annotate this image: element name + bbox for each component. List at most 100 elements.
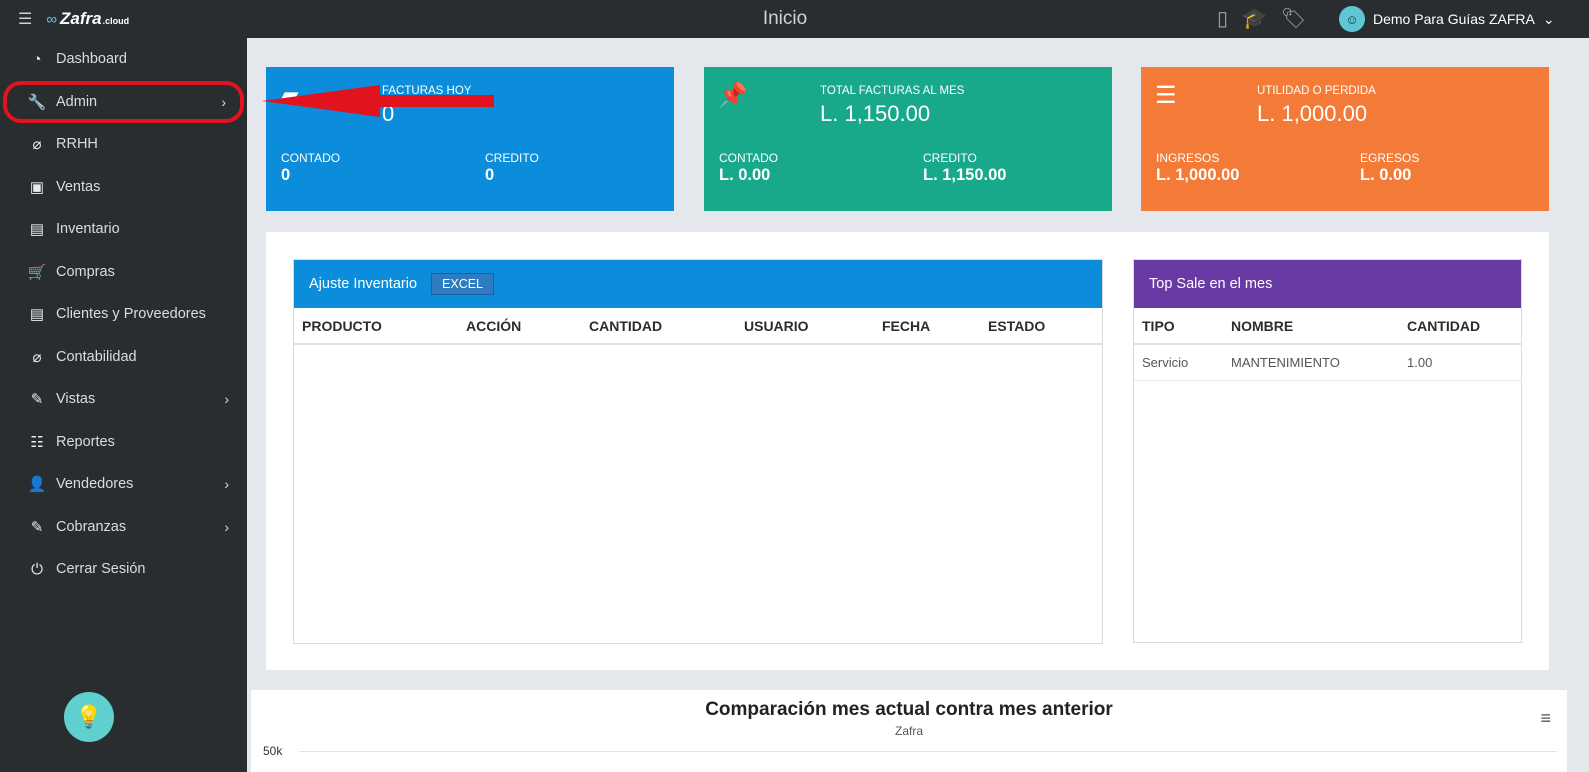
wrench-icon: 🔧 <box>27 93 47 111</box>
table-cell: MANTENIMIENTO <box>1223 344 1399 381</box>
sidebar-item-ventas[interactable]: ▣ Ventas <box>0 166 247 209</box>
sidebar-item-vistas[interactable]: ✎ Vistas › <box>0 378 247 421</box>
sidebar: ☰ ∞ Zafra .cloud ◔ Dashboard 🔧 Admin › ⌀… <box>0 0 247 772</box>
card-value: L. 1,000.00 <box>1257 101 1368 126</box>
card-left-label: CONTADO <box>719 151 779 165</box>
page-title: Inicio <box>762 8 808 29</box>
sidebar-item-compras[interactable]: 🛒 Compras <box>0 251 247 294</box>
sidebar-item-label: Dashboard <box>56 51 127 68</box>
graduation-cap-icon[interactable]: 🎓 <box>1242 6 1267 31</box>
sidebar-item-label: Vendedores <box>56 476 134 493</box>
sidebar-item-label: RRHH <box>56 136 98 153</box>
card-value: L. 1,150.00 <box>820 101 931 126</box>
card-right-label: CREDITO <box>923 151 977 165</box>
chevron-down-icon: ⌄ <box>1542 10 1555 27</box>
table-header-row: PRODUCTO ACCIÓN CANTIDAD USUARIO FECHA E… <box>294 308 1102 345</box>
sidebar-item-label: Admin <box>56 93 98 110</box>
tags-icon[interactable]: 🏷 <box>1281 6 1306 31</box>
card-left-label: INGRESOS <box>1156 151 1220 165</box>
y-axis-tick: 50k <box>263 744 283 758</box>
column-header[interactable]: ESTADO <box>980 308 1102 345</box>
user-icon: 👤 <box>27 476 47 494</box>
chevron-right-icon: › <box>224 391 229 408</box>
chart-menu-icon[interactable]: ≡ <box>1540 708 1551 729</box>
annotation-arrow <box>262 85 494 117</box>
sidebar-item-label: Vistas <box>56 391 96 408</box>
logo-name: Zafra <box>60 9 102 28</box>
card-right-label: EGRESOS <box>1360 151 1420 165</box>
sidebar-top: ☰ ∞ Zafra .cloud <box>0 0 247 38</box>
logo[interactable]: ∞ Zafra .cloud <box>46 9 129 29</box>
sidebar-item-label: Contabilidad <box>56 348 137 365</box>
card-total-facturas: 📌 TOTAL FACTURAS AL MES L. 1,150.00 CONT… <box>704 67 1112 211</box>
book-icon: ▤ <box>29 306 45 324</box>
edit-icon: ✎ <box>30 518 44 536</box>
panel-header: Top Sale en el mes <box>1134 260 1521 308</box>
top-sale-table: TIPO NOMBRE CANTIDAD Servicio MANTENIMIE… <box>1134 308 1521 381</box>
panel-title: Top Sale en el mes <box>1149 276 1273 292</box>
sidebar-item-cobranzas[interactable]: ✎ Cobranzas › <box>0 506 247 549</box>
sidebar-item-vendedores[interactable]: 👤 Vendedores › <box>0 463 247 506</box>
content-section: Ajuste Inventario EXCEL PRODUCTO ACCIÓN … <box>266 232 1549 670</box>
column-header[interactable]: CANTIDAD <box>581 308 736 345</box>
edit-icon: ✎ <box>30 391 44 409</box>
sidebar-item-label: Inventario <box>56 221 120 238</box>
chevron-right-icon: › <box>224 476 229 493</box>
table-cell: 1.00 <box>1399 344 1521 381</box>
logo-suffix: .cloud <box>102 16 130 26</box>
logo-mark-icon: ∞ <box>46 11 58 28</box>
sidebar-item-admin[interactable]: 🔧 Admin › <box>3 80 244 123</box>
card-right-label: CREDITO <box>485 151 539 165</box>
sidebar-item-label: Compras <box>56 263 115 280</box>
table-cell: Servicio <box>1134 344 1223 381</box>
card-left-value: 0 <box>281 166 291 184</box>
sidebar-item-clientes[interactable]: ▤ Clientes y Proveedores <box>0 293 247 336</box>
column-header[interactable]: NOMBRE <box>1223 308 1399 345</box>
ajuste-inventario-panel: Ajuste Inventario EXCEL PRODUCTO ACCIÓN … <box>293 259 1103 644</box>
table-header-row: TIPO NOMBRE CANTIDAD <box>1134 308 1521 345</box>
column-header[interactable]: PRODUCTO <box>294 308 458 345</box>
sidebar-item-label: Ventas <box>56 178 101 195</box>
paperclip-icon: ⌀ <box>32 348 42 366</box>
sidebar-item-contabilidad[interactable]: ⌀ Contabilidad <box>0 336 247 379</box>
list-icon: ☰ <box>1155 82 1177 109</box>
user-menu[interactable]: ☺ Demo Para Guías ZAFRA ⌄ <box>1339 6 1555 32</box>
gridline <box>299 751 1557 752</box>
card-right-value: L. 0.00 <box>1360 166 1412 184</box>
column-header[interactable]: USUARIO <box>736 308 874 345</box>
sidebar-item-label: Clientes y Proveedores <box>56 306 206 323</box>
sidebar-item-rrhh[interactable]: ⌀ RRHH <box>0 123 247 166</box>
sidebar-item-dashboard[interactable]: ◔ Dashboard <box>0 38 247 81</box>
excel-button[interactable]: EXCEL <box>431 273 495 295</box>
column-header[interactable]: FECHA <box>874 308 980 345</box>
card-title: TOTAL FACTURAS AL MES <box>820 85 965 97</box>
card-left-value: L. 0.00 <box>719 166 771 184</box>
chevron-right-icon: › <box>224 518 229 535</box>
chevron-right-icon: › <box>221 93 226 110</box>
sidebar-item-label: Cobranzas <box>56 518 127 535</box>
sidebar-item-inventario[interactable]: ▤ Inventario <box>0 208 247 251</box>
column-header[interactable]: ACCIÓN <box>458 308 581 345</box>
card-utilidad: ☰ UTILIDAD O PERDIDA L. 1,000.00 INGRESO… <box>1141 67 1549 211</box>
money-icon: ▣ <box>29 178 45 196</box>
column-header[interactable]: CANTIDAD <box>1399 308 1521 345</box>
card-left-label: CONTADO <box>281 151 341 165</box>
card-right-value: L. 1,150.00 <box>923 166 1007 184</box>
power-icon: ⏻ <box>31 560 43 578</box>
top-header: Inicio ▯ 🎓 🏷 ☺ Demo Para Guías ZAFRA ⌄ <box>247 0 1589 38</box>
table-row[interactable]: Servicio MANTENIMIENTO 1.00 <box>1134 344 1521 381</box>
list-icon: ☷ <box>30 433 44 451</box>
sidebar-item-cerrar-sesion[interactable]: ⏻ Cerrar Sesión <box>0 548 247 591</box>
sidebar-item-label: Reportes <box>56 433 115 450</box>
paperclip-icon: ⌀ <box>32 136 42 154</box>
panel-header: Ajuste Inventario EXCEL <box>294 260 1102 308</box>
mobile-icon[interactable]: ▯ <box>1217 6 1228 31</box>
menu-toggle-icon[interactable]: ☰ <box>18 9 32 29</box>
book-icon: ▤ <box>29 221 45 239</box>
lightbulb-button[interactable]: 💡 <box>64 692 114 742</box>
column-header[interactable]: TIPO <box>1134 308 1223 345</box>
lightbulb-icon: 💡 <box>75 704 103 729</box>
comparison-chart: Comparación mes actual contra mes anteri… <box>251 690 1567 772</box>
pin-icon: 📌 <box>718 82 748 109</box>
sidebar-item-reportes[interactable]: ☷ Reportes <box>0 421 247 464</box>
